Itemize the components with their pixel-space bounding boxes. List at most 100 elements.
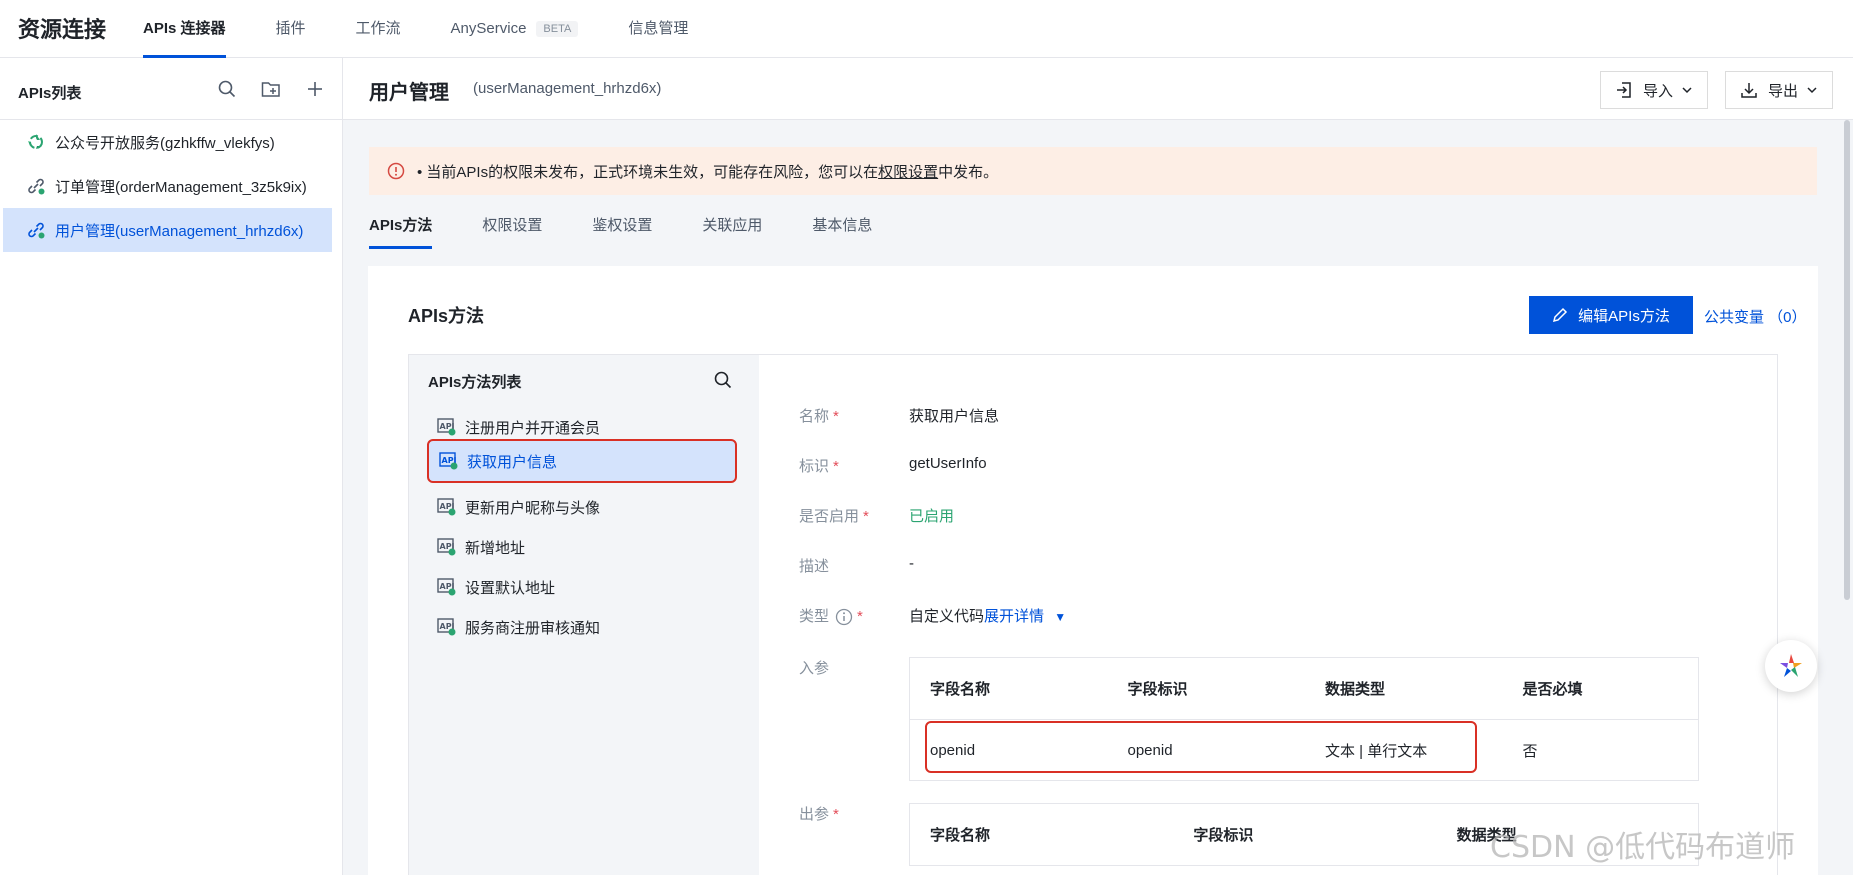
sidebar: APIs列表 公众号开放服务(gzhkffw_vlekfys) 订单管理(ord… [0, 58, 343, 875]
chevron-down-icon [1806, 84, 1818, 96]
tab-apis-methods[interactable]: APIs方法 [369, 213, 433, 253]
header-field-id: 字段标识 [1127, 681, 1188, 698]
page-subtitle: (userManagement_hrhzd6x) [473, 80, 662, 97]
sidebar-header: APIs列表 [0, 58, 342, 120]
api-icon: API [437, 578, 457, 596]
methods-container: APIs方法列表 API 注册用户并开通会员 API 获取用户信息 API 更新… [408, 354, 1778, 875]
panel-title: APIs方法 [408, 306, 485, 326]
recycle-icon [25, 131, 47, 153]
sidebar-item-gzh-service[interactable]: 公众号开放服务(gzhkffw_vlekfys) [3, 120, 332, 164]
alert-text: • 当前APIs的权限未发布，正式环境未生效，可能存在风险，您可以在 [417, 163, 879, 181]
api-icon: API [439, 452, 459, 470]
tab-label: APIs 连接器 [143, 20, 226, 37]
import-button[interactable]: 导入 [1600, 71, 1709, 109]
output-params-label: 出参 * [799, 803, 839, 824]
add-folder-icon[interactable] [258, 76, 284, 102]
import-label: 导入 [1643, 82, 1674, 100]
label-text: 名称 [799, 408, 830, 425]
type-value: 自定义代码展开详情 ▼ [909, 605, 1066, 626]
content-tabs: APIs方法 权限设置 鉴权设置 关联应用 基本信息 [369, 213, 922, 253]
tab-auth-settings[interactable]: 鉴权设置 [592, 213, 652, 253]
api-icon: API [437, 538, 457, 556]
top-tab-info-management[interactable]: 信息管理 [628, 0, 688, 58]
sidebar-item-label: 公众号开放服务(gzhkffw_vlekfys) [55, 134, 275, 152]
add-icon[interactable] [302, 76, 328, 102]
top-tab-anyservice[interactable]: AnyService BETA [451, 0, 579, 58]
method-item[interactable]: API 服务商注册审核通知 [427, 607, 737, 647]
identifier-value: getUserInfo [909, 455, 987, 472]
top-nav: APIs 连接器 插件 工作流 AnyService BETA 信息管理 [143, 0, 738, 58]
method-label: 服务商注册审核通知 [465, 619, 601, 637]
sidebar-title: APIs列表 [18, 85, 82, 102]
export-button[interactable]: 导出 [1725, 71, 1834, 109]
top-bar: 资源连接 APIs 连接器 插件 工作流 AnyService BETA 信息管理 [0, 0, 1853, 58]
method-label: 获取用户信息 [467, 453, 558, 471]
import-icon [1615, 81, 1633, 99]
sidebar-item-label: 订单管理(orderManagement_3z5k9ix) [55, 178, 307, 196]
scrollbar[interactable] [1844, 120, 1850, 600]
link-icon [25, 175, 47, 197]
export-label: 导出 [1768, 82, 1799, 100]
api-icon: API [437, 618, 457, 636]
chevron-down-icon [1681, 84, 1693, 96]
method-label: 更新用户昵称与头像 [465, 499, 601, 517]
page-title: 用户管理 [369, 82, 449, 104]
method-item[interactable]: API 新增地址 [427, 527, 737, 567]
sidebar-item-order-management[interactable]: 订单管理(orderManagement_3z5k9ix) [3, 164, 332, 208]
tab-linked-apps[interactable]: 关联应用 [702, 213, 762, 253]
method-label: 设置默认地址 [465, 579, 556, 597]
watermark-text: CSDN @低代码布道师 [1490, 830, 1796, 865]
type-label: 类型 * [799, 605, 863, 626]
label-text: 类型 [799, 608, 830, 625]
api-icon: API [437, 418, 457, 436]
description-label: 描述 [799, 558, 830, 575]
tab-label: 工作流 [355, 20, 401, 37]
info-icon[interactable] [835, 608, 853, 626]
page-header: 用户管理 (userManagement_hrhzd6x) 导入 导出 [343, 58, 1853, 120]
required-mark: * [833, 806, 839, 823]
method-item[interactable]: API 设置默认地址 [427, 567, 737, 607]
sidebar-item-user-management[interactable]: 用户管理(userManagement_hrhzd6x) [3, 208, 332, 252]
search-icon[interactable] [214, 76, 240, 102]
search-icon[interactable] [712, 369, 734, 391]
enabled-value: 已启用 [909, 508, 955, 525]
header-field-name: 字段名称 [930, 681, 991, 698]
name-value: 获取用户信息 [909, 408, 1000, 425]
brand-title: 资源连接 [18, 17, 107, 42]
public-variables-link[interactable]: 公共变量 （0） [1704, 306, 1807, 327]
download-icon [1740, 81, 1758, 99]
tab-label: AnyService [450, 20, 527, 37]
tab-label: 信息管理 [628, 20, 689, 37]
name-label: 名称 * [799, 405, 839, 426]
sidebar-item-label: 用户管理(userManagement_hrhzd6x) [55, 222, 304, 240]
type-text: 自定义代码 [909, 608, 985, 625]
edit-apis-method-button[interactable]: 编辑APIs方法 [1529, 296, 1693, 334]
method-list-pane: APIs方法列表 API 注册用户并开通会员 API 获取用户信息 API 更新… [409, 355, 759, 875]
permission-settings-link[interactable]: 权限设置 [878, 161, 938, 182]
edit-icon [1552, 307, 1568, 323]
required-mark: * [863, 508, 869, 525]
input-params-label: 入参 [799, 660, 830, 677]
warning-icon [387, 162, 405, 180]
description-value: - [909, 555, 914, 572]
tab-permission-settings[interactable]: 权限设置 [482, 213, 542, 253]
table-header-row: 字段名称 字段标识 数据类型 是否必填 [910, 658, 1698, 720]
assistant-logo-icon [1780, 654, 1802, 677]
expand-details-link[interactable]: 展开详情 [984, 608, 1044, 625]
caret-down-icon[interactable]: ▼ [1054, 610, 1066, 624]
header-field-id: 字段标识 [1193, 827, 1254, 844]
method-item-selected[interactable]: API 获取用户信息 [427, 439, 737, 483]
top-tab-plugins[interactable]: 插件 [276, 0, 306, 58]
assistant-float-button[interactable] [1765, 640, 1817, 692]
highlight-annotation [925, 721, 1477, 773]
api-icon: API [437, 498, 457, 516]
tab-basic-info[interactable]: 基本信息 [812, 213, 872, 253]
top-tab-workflow[interactable]: 工作流 [356, 0, 401, 58]
enabled-label: 是否启用 * [799, 505, 869, 526]
method-item[interactable]: API 更新用户昵称与头像 [427, 487, 737, 527]
method-label: 注册用户并开通会员 [465, 419, 601, 437]
header-required: 是否必填 [1522, 681, 1583, 698]
required-mark: * [833, 458, 839, 475]
identifier-label: 标识 * [799, 455, 839, 476]
top-tab-apis-connector[interactable]: APIs 连接器 [143, 0, 226, 58]
